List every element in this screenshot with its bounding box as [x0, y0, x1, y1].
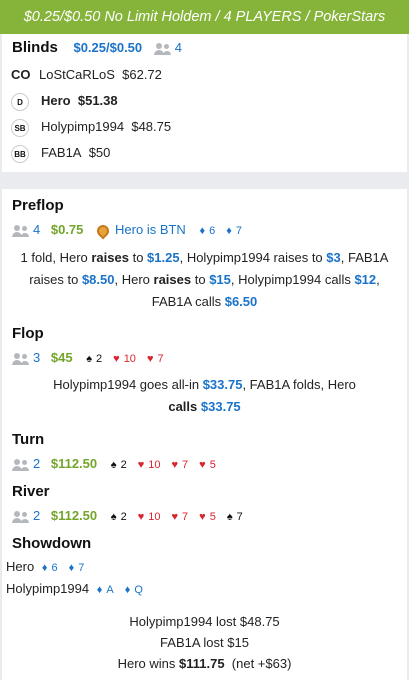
board-card: ♠ 2 [110, 511, 127, 523]
showdown-hand-hero: Hero ♦ 6 ♦ 7 [6, 559, 95, 576]
player-count: 4 [153, 40, 182, 55]
preflop-action-line-3: FAB1A calls $6.50 [151, 294, 258, 309]
result-line: Holypimp1994 lost $48.75 [129, 614, 280, 629]
board-card: ♥ 10 [137, 511, 161, 523]
player-name: LoStCaRLoS [39, 67, 115, 82]
players-icon [12, 458, 29, 471]
preflop-actions: 1 fold, Hero raises to $1.25, Holypimp19… [2, 247, 407, 313]
board-card: ♥ 7 [171, 459, 189, 471]
player-stack: $62.72 [122, 67, 162, 82]
small-blind-badge: SB [11, 119, 29, 137]
big-blind-badge: BB [11, 145, 29, 163]
blinds-title: Blinds [12, 39, 58, 56]
turn-title: Turn [12, 431, 45, 448]
location-pin-icon [94, 222, 112, 240]
board-card: ♥ 10 [137, 459, 161, 471]
position-label-co: CO [11, 67, 31, 82]
board-card: ♠ 7 [226, 511, 243, 523]
player-stack: $48.75 [131, 119, 172, 134]
flop-action-line-2: calls $33.75 [168, 399, 241, 414]
hand-title-bar: $0.25/$0.50 No Limit Holdem / 4 PLAYERS … [0, 0, 409, 34]
preflop-player-count: 4 [33, 222, 41, 237]
flop-summary: 3 $45 ♠ 2 ♥ 10 ♥ 7 [12, 350, 175, 367]
hole-card: ♦ 6 [41, 562, 58, 574]
showdown-hand-villain: Holypimp1994 ♦ A ♦ Q [6, 581, 154, 598]
showdown-player-name: Holypimp1994 [6, 581, 90, 596]
dealer-button-icon: D [11, 93, 29, 111]
river-pot: $112.50 [50, 508, 98, 523]
board-card: ♥ 5 [199, 511, 216, 523]
hole-card: ♦ 7 [68, 562, 85, 574]
river-title: River [12, 483, 50, 500]
streets-panel: Preflop 4 $0.75 Hero is BTN ♦ 6 ♦ 7 1 fold,… [2, 189, 407, 680]
hole-card: ♦ Q [124, 584, 143, 596]
board-card: ♠ 2 [110, 459, 127, 471]
flop-player-count: 3 [33, 350, 41, 365]
blinds-panel: Blinds $0.25/$0.50 4 CO LoStCaRLoS $62.72… [2, 34, 407, 172]
flop-title: Flop [12, 325, 44, 342]
players-icon [12, 224, 29, 237]
result-line-winner: Hero wins $111.75 (net +$63) [117, 656, 292, 671]
blinds-amount: $0.25/$0.50 [73, 40, 143, 55]
preflop-summary: 4 $0.75 Hero is BTN ♦ 6 ♦ 7 [12, 222, 253, 240]
turn-pot: $112.50 [50, 456, 98, 471]
flop-actions: Holypimp1994 goes all-in $33.75, FAB1A f… [2, 374, 407, 418]
player-name: FAB1A [41, 145, 82, 160]
board-card: ♥ 10 [113, 353, 136, 365]
preflop-action-line-2: raises to $8.50, Hero raises to $15, Hol… [29, 272, 380, 287]
board-card: ♥ 7 [171, 511, 189, 523]
player-row-co: CO LoStCaRLoS $62.72 [11, 67, 162, 83]
hole-card: ♦ A [96, 584, 114, 596]
river-player-count: 2 [33, 508, 41, 523]
result-line: FAB1A lost $15 [160, 635, 249, 650]
player-row-bb: BB FAB1A $50 [11, 144, 110, 163]
players-icon [153, 42, 171, 55]
players-icon [12, 510, 29, 523]
player-name: Holypimp1994 [41, 119, 125, 134]
players-icon [12, 352, 29, 365]
river-summary: 2 $112.50 ♠ 2 ♥ 10 ♥ 7 ♥ 5 ♠ 7 [12, 508, 254, 525]
hero-card-2: ♦ 7 [226, 225, 242, 237]
hand-title: $0.25/$0.50 No Limit Holdem / 4 PLAYERS … [23, 9, 386, 25]
showdown-results: Holypimp1994 lost $48.75 FAB1A lost $15 … [2, 611, 407, 674]
player-stack: $51.38 [77, 93, 118, 108]
board-card: ♥ 7 [146, 353, 164, 365]
flop-action-line-1: Holypimp1994 goes all-in $33.75, FAB1A f… [53, 377, 356, 392]
board-card: ♠ 2 [86, 353, 103, 365]
showdown-player-name: Hero [6, 559, 35, 574]
player-row-dealer: D Hero $51.38 [11, 92, 118, 111]
flop-pot: $45 [50, 350, 73, 365]
preflop-pot: $0.75 [50, 222, 84, 237]
player-row-sb: SB Holypimp1994 $48.75 [11, 118, 171, 137]
player-stack: $50 [88, 145, 111, 160]
hero-position: Hero is BTN [94, 222, 186, 240]
preflop-title: Preflop [12, 197, 64, 214]
preflop-action-line-1: 1 fold, Hero raises to $1.25, Holypimp19… [20, 250, 389, 265]
showdown-title: Showdown [12, 535, 92, 552]
blinds-header: Blinds $0.25/$0.50 4 [12, 39, 182, 56]
board-card: ♥ 5 [199, 459, 216, 471]
turn-player-count: 2 [33, 456, 41, 471]
player-name: Hero [41, 93, 71, 108]
hero-card-1: ♦ 6 [199, 225, 216, 237]
turn-summary: 2 $112.50 ♠ 2 ♥ 10 ♥ 7 ♥ 5 [12, 456, 227, 473]
